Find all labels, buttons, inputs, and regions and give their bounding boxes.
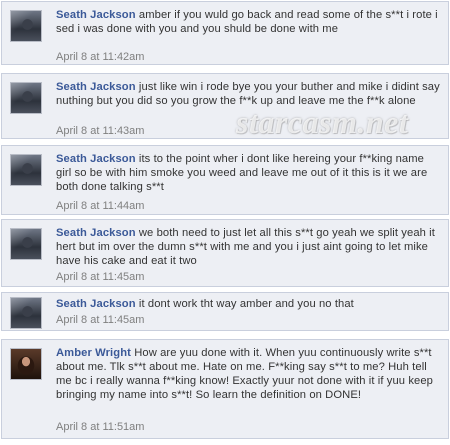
avatar[interactable]: [10, 82, 42, 114]
comment-body: Seath Jackson it dont work tht way amber…: [56, 297, 440, 311]
comment-text: it dont work tht way amber and you no th…: [138, 298, 354, 310]
avatar[interactable]: [10, 348, 42, 380]
comment-body: Seath Jackson its to the point wher i do…: [56, 152, 440, 194]
comment-body: Seath Jackson we both need to just let a…: [56, 226, 440, 268]
comment-item: Seath Jackson just like win i rode bye y…: [1, 73, 449, 139]
comment-item: Seath Jackson we both need to just let a…: [1, 219, 449, 287]
author-link[interactable]: Seath Jackson: [56, 9, 136, 21]
comment-item: Seath Jackson it dont work tht way amber…: [1, 292, 449, 331]
author-link[interactable]: Seath Jackson: [56, 227, 136, 239]
timestamp[interactable]: April 8 at 11:44am: [56, 200, 144, 212]
comment-body: Seath Jackson amber if you wuld go back …: [56, 8, 440, 36]
author-link[interactable]: Seath Jackson: [56, 153, 136, 165]
author-link[interactable]: Amber Wright: [56, 347, 131, 359]
comment-item: Amber Wright How are yuu done with it. W…: [1, 339, 449, 439]
timestamp[interactable]: April 8 at 11:45am: [56, 314, 144, 326]
comment-item: Seath Jackson its to the point wher i do…: [1, 145, 449, 215]
avatar[interactable]: [10, 297, 42, 329]
timestamp[interactable]: April 8 at 11:51am: [56, 421, 144, 433]
author-link[interactable]: Seath Jackson: [56, 298, 136, 310]
avatar[interactable]: [10, 10, 42, 42]
timestamp[interactable]: April 8 at 11:43am: [56, 125, 144, 137]
comment-body: Seath Jackson just like win i rode bye y…: [56, 80, 440, 108]
author-link[interactable]: Seath Jackson: [56, 81, 136, 93]
timestamp[interactable]: April 8 at 11:42am: [56, 51, 144, 63]
comment-body: Amber Wright How are yuu done with it. W…: [56, 346, 440, 402]
comment-item: Seath Jackson amber if you wuld go back …: [1, 1, 449, 65]
timestamp[interactable]: April 8 at 11:45am: [56, 271, 144, 283]
avatar[interactable]: [10, 228, 42, 260]
avatar[interactable]: [10, 154, 42, 186]
